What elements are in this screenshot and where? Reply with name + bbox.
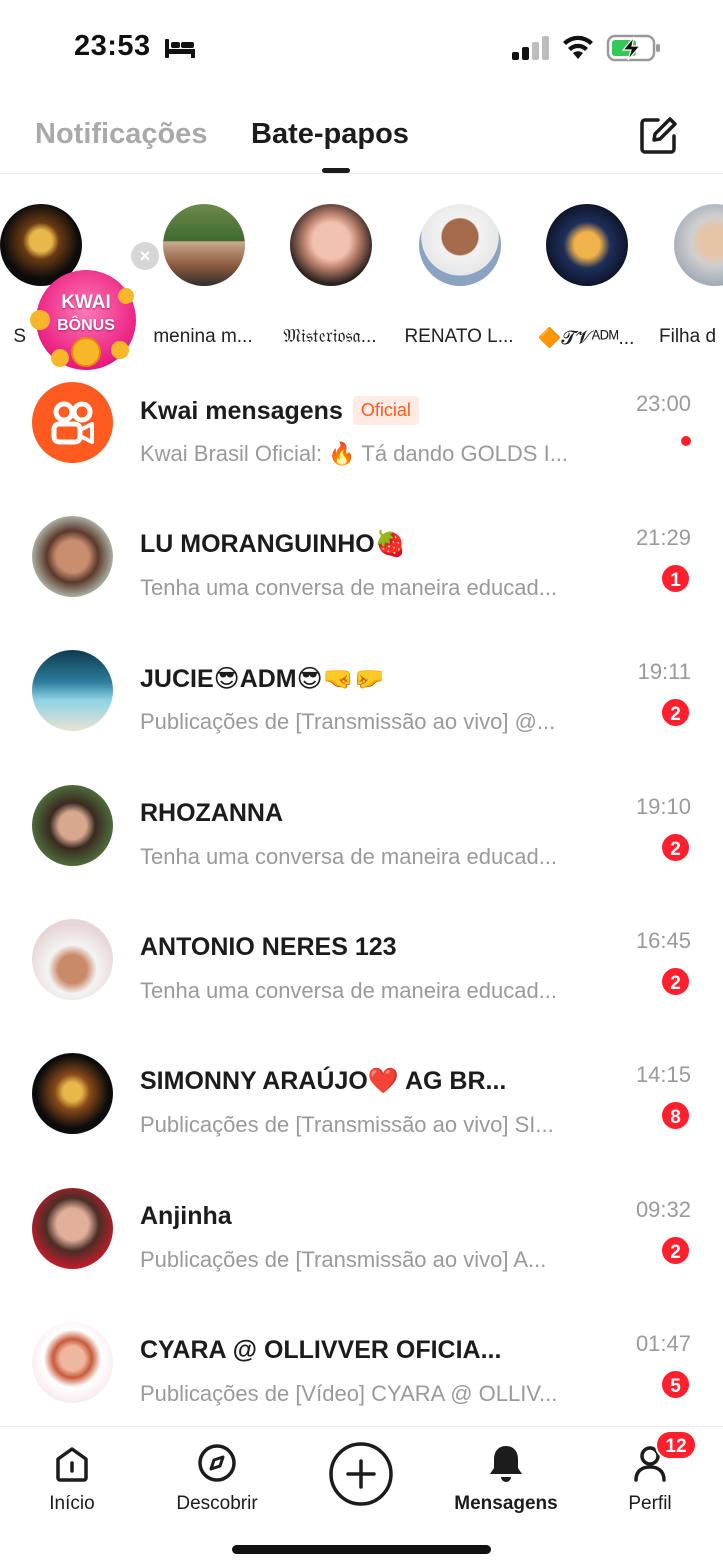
chat-preview: Publicações de [Vídeo] CYARA @ OLLIV... [140,1381,558,1406]
home-indicator [232,1545,491,1554]
chat-name: RHOZANNA [140,799,284,827]
chat-name: Anjinha [140,1202,232,1230]
compass-icon [198,1444,236,1482]
unread-badge: 2 [660,832,691,863]
status-bar: 23:53 [0,0,723,96]
avatar [32,1322,113,1403]
story-avatar [163,204,245,286]
chat-name: ANTONIO NERES 123 [140,933,397,961]
bell-icon [490,1446,522,1482]
chat-time: 23:00 [635,391,691,416]
chat-row[interactable]: SIMONNY ARAÚJO❤️ AG BR... Publicações de… [0,1025,723,1159]
avatar [32,1188,113,1269]
unread-badge: 2 [660,966,691,997]
chat-row[interactable]: RHOZANNA Tenha uma conversa de maneira e… [0,757,723,891]
chat-preview: Publicações de [Transmissão ao vivo] @..… [140,709,556,734]
compose-icon[interactable] [636,114,680,158]
unread-badge: 5 [660,1369,691,1400]
kwai-logo-avatar [32,382,113,463]
bonus-label: KWAI BÔNUS [30,292,142,337]
avatar [32,919,113,1000]
chat-name: CYARA @ OLLIVVER OFICIA... [140,1336,502,1364]
story-name: RENATO L... [404,326,514,347]
avatar [32,785,113,866]
plus-circle-icon[interactable] [328,1441,394,1507]
avatar [32,650,113,731]
chat-name-text: Kwai mensagens [140,397,343,425]
chat-preview: Tenha uma conversa de maneira educad... [140,844,558,869]
battery-charging-icon [606,34,660,62]
chat-time: 21:29 [635,525,691,550]
header: Notificações Bate-papos [0,96,723,174]
story-avatar [419,204,501,286]
bonus-line-2: BÔNUS [57,317,115,334]
chat-row[interactable]: ANTONIO NERES 123 Tenha uma conversa de … [0,891,723,1025]
chat-name: JUCIE😎ADM😎🤜🤛 [140,665,385,693]
chat-row[interactable]: JUCIE😎ADM😎🤜🤛 Publicações de [Transmissão… [0,622,723,756]
story-name: menina m... [153,326,253,347]
chat-preview: Tenha uma conversa de maneira educad... [140,575,558,600]
story-name: 𝔐𝔦𝔰𝔱𝔢𝔯𝔦𝔬𝔰𝔞... [283,326,377,347]
nav-discover-label: Descobrir [176,1493,258,1514]
unread-badge: 8 [660,1100,691,1131]
home-icon [56,1447,88,1482]
chat-name: Kwai mensagens Oficial [140,396,419,426]
bed-icon [165,39,195,58]
nav-discover[interactable]: Descobrir [162,1441,272,1515]
unread-badge: 2 [660,1235,691,1266]
unread-dot [681,436,691,446]
nav-profile-label: Perfil [628,1493,672,1514]
official-badge: Oficial [352,396,419,425]
signal-icon [512,36,549,60]
wifi-icon [563,35,593,59]
unread-badge: 1 [660,563,691,594]
chat-preview: Publicações de [Transmissão ao vivo] SI.… [140,1112,554,1137]
chat-time: 19:10 [635,794,691,819]
avatar [32,1053,113,1134]
avatar [32,516,113,597]
nav-home[interactable]: Início [17,1441,127,1515]
chat-time: 01:47 [635,1331,691,1356]
nav-home-label: Início [49,1493,95,1514]
status-time: 23:53 [74,30,151,62]
chat-time: 09:32 [635,1197,691,1222]
chat-name: LU MORANGUINHO🍓 [140,530,406,558]
bonus-close-button[interactable]: × [131,242,159,270]
chat-row-kwai-mensagens[interactable]: Kwai mensagens Oficial Kwai Brasil Oficia… [0,354,723,488]
chat-name: SIMONNY ARAÚJO❤️ AG BR... [140,1067,507,1095]
story-avatar [546,204,628,286]
unread-badge: 2 [660,697,691,728]
chat-preview: Kwai Brasil Oficial: 🔥 Tá dando GOLDS I.… [140,441,569,466]
chat-time: 19:11 [637,659,691,684]
chat-time: 14:15 [635,1062,691,1087]
bonus-line-1: KWAI [61,292,111,313]
chat-row[interactable]: CYARA @ OLLIVVER OFICIA... Publicações d… [0,1294,723,1426]
story-name: Filha d [659,326,717,347]
chat-preview: Tenha uma conversa de maneira educad... [140,978,558,1003]
chat-preview: Publicações de [Transmissão ao vivo] A..… [140,1247,547,1272]
kwai-logo-icon [51,401,94,445]
chat-time: 16:45 [635,928,691,953]
chat-row[interactable]: LU MORANGUINHO🍓 Tenha uma conversa de ma… [0,488,723,622]
tab-notifications[interactable]: Notificações [35,118,207,151]
profile-notification-badge: 12 [655,1430,697,1460]
nav-messages-label: Mensagens [454,1493,558,1514]
story-name: 🔶𝓣𝓥ᴬᴰᴹ... [537,328,635,349]
active-tab-indicator [322,168,350,173]
story-avatar [674,204,723,286]
chat-row[interactable]: Anjinha Publicações de [Transmissão ao v… [0,1160,723,1294]
story-avatar [290,204,372,286]
tab-chats[interactable]: Bate-papos [251,118,409,151]
nav-messages[interactable]: Mensagens [451,1441,561,1515]
chat-list: Kwai mensagens Oficial Kwai Brasil Oficia… [0,354,723,1426]
